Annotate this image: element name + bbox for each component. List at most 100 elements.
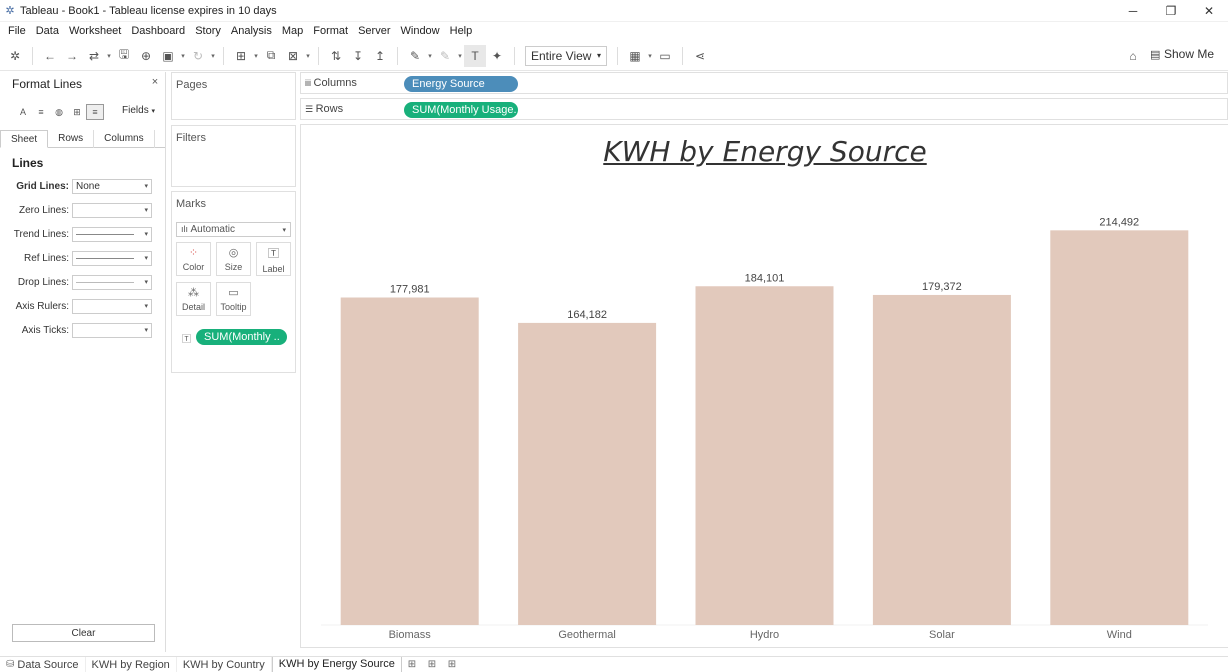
- close-icon[interactable]: ×: [149, 76, 161, 88]
- toolbar-divider: [514, 46, 515, 65]
- sheet-tabs-bar: ⛁ Data Source KWH by Region KWH by Count…: [0, 656, 1228, 672]
- menu-file[interactable]: File: [3, 25, 31, 37]
- sheet-tab-country[interactable]: KWH by Country: [177, 656, 272, 672]
- format-font-icon[interactable]: A: [14, 104, 32, 120]
- menu-help[interactable]: Help: [445, 25, 478, 37]
- clear-button[interactable]: Clear: [12, 624, 155, 642]
- refresh-icon[interactable]: ↻: [187, 45, 209, 67]
- chevron-down-icon: ▾: [282, 226, 286, 234]
- refresh-dropdown-icon[interactable]: ▾: [209, 52, 217, 60]
- highlight-icon[interactable]: ✎: [404, 45, 426, 67]
- sort-ascending-icon[interactable]: ↧: [347, 45, 369, 67]
- tab-rows[interactable]: Rows: [48, 130, 95, 148]
- menu-analysis[interactable]: Analysis: [226, 25, 277, 37]
- fix-axes-icon[interactable]: ✦: [486, 45, 508, 67]
- undo-icon[interactable]: ←: [39, 45, 61, 67]
- sort-descending-icon[interactable]: ↥: [369, 45, 391, 67]
- label-button[interactable]: 🅃 Label: [256, 242, 291, 276]
- sheet-tab-energy-source[interactable]: KWH by Energy Source: [271, 656, 402, 672]
- menu-worksheet[interactable]: Worksheet: [64, 25, 126, 37]
- axis-ticks-select[interactable]: ▾: [72, 322, 152, 338]
- group-members-icon[interactable]: ✎: [434, 45, 456, 67]
- bar-solar[interactable]: [872, 294, 1011, 625]
- drop-lines-select[interactable]: ▾: [72, 274, 152, 290]
- columns-shelf[interactable]: iii Columns Energy Source: [300, 72, 1228, 94]
- new-story-icon[interactable]: ⊞: [442, 659, 462, 670]
- bar-hydro[interactable]: [695, 286, 834, 625]
- menu-server[interactable]: Server: [353, 25, 395, 37]
- show-me-button[interactable]: ▤ Show Me: [1150, 47, 1214, 61]
- new-worksheet-icon[interactable]: ⊞: [402, 659, 422, 670]
- data-source-tab[interactable]: ⛁ Data Source: [0, 656, 86, 672]
- restore-button[interactable]: ❐: [1152, 0, 1190, 22]
- ref-lines-select[interactable]: ▾: [72, 250, 152, 266]
- x-tick-label: Hydro: [750, 629, 779, 641]
- swap-rows-columns-icon[interactable]: ⇅: [325, 45, 347, 67]
- new-worksheet-dropdown-icon[interactable]: ▾: [252, 52, 260, 60]
- bar-biomass[interactable]: [340, 297, 479, 625]
- show-cards-icon[interactable]: ▦: [624, 45, 646, 67]
- measure-pill[interactable]: SUM(Monthly ..: [196, 329, 287, 345]
- worksheet-view[interactable]: KWH by Energy Source 177,981 Biomass 164,1…: [300, 124, 1228, 648]
- size-button[interactable]: ◎ Size: [216, 242, 251, 276]
- menu-window[interactable]: Window: [396, 25, 445, 37]
- show-mark-labels-icon[interactable]: T: [464, 44, 486, 67]
- monthly-usage-pill[interactable]: SUM(Monthly Usage..: [404, 102, 518, 118]
- menu-format[interactable]: Format: [308, 25, 353, 37]
- new-dashboard-icon[interactable]: ⊞: [422, 659, 442, 670]
- mark-type-select[interactable]: ılı Automatic ▾: [176, 222, 291, 237]
- paint-format-icon[interactable]: ⌂: [1122, 45, 1144, 67]
- menu-data[interactable]: Data: [31, 25, 64, 37]
- redo-icon[interactable]: →: [61, 45, 83, 67]
- x-tick-label: Biomass: [389, 629, 432, 641]
- sheet-tab-region[interactable]: KWH by Region: [86, 656, 177, 672]
- tableau-home-icon[interactable]: ✲: [4, 45, 26, 67]
- bar-geothermal[interactable]: [518, 322, 657, 625]
- title-bar: ✲ Tableau - Book1 - Tableau license expi…: [0, 0, 1228, 22]
- close-button[interactable]: ✕: [1190, 0, 1228, 22]
- format-alignment-icon[interactable]: ≡: [32, 104, 50, 120]
- zero-lines-select[interactable]: ▾: [72, 202, 152, 218]
- tooltip-button[interactable]: ▭ Tooltip: [216, 282, 251, 316]
- grid-lines-select[interactable]: None ▾: [72, 178, 152, 194]
- trend-lines-select[interactable]: ▾: [72, 226, 152, 242]
- presentation-mode-icon[interactable]: ▭: [654, 45, 676, 67]
- show-cards-dropdown-icon[interactable]: ▾: [646, 52, 654, 60]
- filters-card[interactable]: Filters: [171, 125, 296, 187]
- menu-story[interactable]: Story: [190, 25, 226, 37]
- format-borders-icon[interactable]: ⊞: [68, 104, 86, 120]
- menu-dashboard[interactable]: Dashboard: [126, 25, 190, 37]
- fit-view-select[interactable]: Entire View ▾: [525, 45, 607, 66]
- replay-dropdown-icon[interactable]: ▾: [105, 52, 113, 60]
- group-dropdown-icon[interactable]: ▾: [456, 52, 464, 60]
- menu-map[interactable]: Map: [277, 25, 308, 37]
- replay-icon[interactable]: ⇄: [83, 45, 105, 67]
- cards-area: Pages Filters Marks ılı Automatic ▾ ⁘ Co…: [171, 72, 296, 652]
- share-icon[interactable]: ⋖: [689, 45, 711, 67]
- format-shading-icon[interactable]: ◍: [50, 104, 68, 120]
- clear-dropdown-icon[interactable]: ▾: [304, 52, 312, 60]
- new-data-source-icon[interactable]: ⊕: [135, 45, 157, 67]
- duplicate-sheet-icon[interactable]: ⧉: [260, 45, 282, 67]
- pause-updates-icon[interactable]: ▣: [157, 45, 179, 67]
- detail-button[interactable]: ⁂ Detail: [176, 282, 211, 316]
- format-lines-icon[interactable]: ≡: [86, 104, 104, 120]
- pause-dropdown-icon[interactable]: ▾: [179, 52, 187, 60]
- clear-sheet-icon[interactable]: ⊠: [282, 45, 304, 67]
- save-icon[interactable]: 🖫: [113, 45, 135, 67]
- tab-columns[interactable]: Columns: [94, 130, 155, 148]
- rows-label-text: Rows: [315, 103, 344, 115]
- axis-rulers-select[interactable]: ▾: [72, 298, 152, 314]
- energy-source-pill[interactable]: Energy Source: [404, 76, 518, 92]
- trend-lines-label: Trend Lines:: [13, 228, 69, 240]
- pages-card[interactable]: Pages: [171, 72, 296, 120]
- bar-wind[interactable]: [1050, 230, 1189, 625]
- rows-shelf[interactable]: ☰ Rows SUM(Monthly Usage..: [300, 98, 1228, 120]
- minimize-button[interactable]: ─: [1114, 0, 1152, 22]
- fields-dropdown[interactable]: Fields ▾: [122, 105, 155, 116]
- new-worksheet-icon[interactable]: ⊞: [230, 45, 252, 67]
- highlight-dropdown-icon[interactable]: ▾: [426, 52, 434, 60]
- format-type-icons: A ≡ ◍ ⊞ ≡: [14, 104, 104, 120]
- tab-sheet[interactable]: Sheet: [0, 130, 49, 148]
- color-button[interactable]: ⁘ Color: [176, 242, 211, 276]
